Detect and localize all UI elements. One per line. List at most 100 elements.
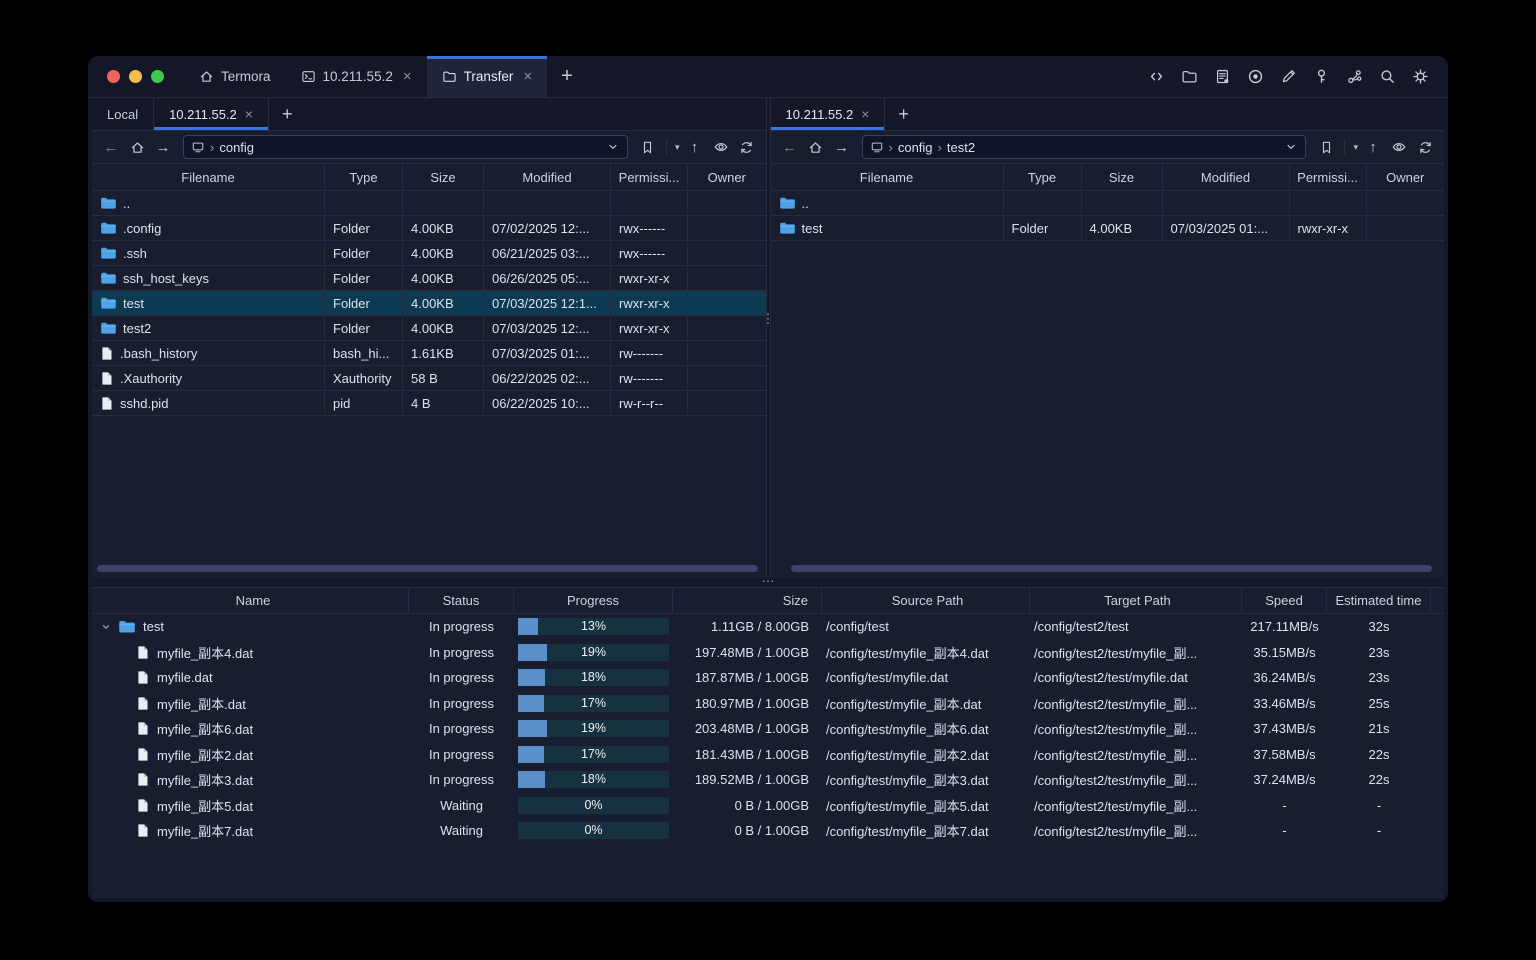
close-icon[interactable]: × bbox=[523, 68, 532, 85]
file-row-parent-dir[interactable]: .. bbox=[770, 191, 1444, 216]
file-row[interactable]: test2 Folder 4.00KB 07/03/2025 12:... rw… bbox=[92, 316, 766, 341]
column-header-speed[interactable]: Speed bbox=[1242, 588, 1327, 613]
column-header-modified[interactable]: Modified bbox=[1163, 164, 1290, 190]
home-icon[interactable] bbox=[805, 136, 827, 158]
transfer-row[interactable]: myfile.dat In progress 18% 187.87MB / 1.… bbox=[92, 665, 1444, 691]
key-icon[interactable] bbox=[1309, 65, 1333, 89]
tab-termora[interactable]: Termora bbox=[184, 56, 286, 97]
file-row[interactable]: sshd.pid pid 4 B 06/22/2025 10:... rw-r-… bbox=[92, 391, 766, 416]
column-header-status[interactable]: Status bbox=[409, 588, 514, 613]
bookmark-dropdown-icon[interactable]: ▾ bbox=[1353, 142, 1358, 153]
log-icon[interactable] bbox=[1210, 65, 1234, 89]
forward-icon[interactable]: → bbox=[831, 136, 853, 158]
edit-icon[interactable] bbox=[1276, 65, 1300, 89]
file-row[interactable]: .config Folder 4.00KB 07/02/2025 12:... … bbox=[92, 216, 766, 241]
back-icon[interactable]: ← bbox=[779, 136, 801, 158]
column-header-permissions[interactable]: Permissi... bbox=[1290, 164, 1367, 190]
record-icon[interactable] bbox=[1243, 65, 1267, 89]
tab-transfer[interactable]: Transfer × bbox=[426, 56, 548, 97]
tab-local[interactable]: Local bbox=[92, 98, 155, 130]
chevron-down-icon[interactable] bbox=[606, 140, 620, 154]
file-row[interactable]: .Xauthority Xauthority 58 B 06/22/2025 0… bbox=[92, 366, 766, 391]
new-pane-tab-button[interactable]: + bbox=[269, 98, 306, 130]
file-row-parent-dir[interactable]: .. bbox=[92, 191, 766, 216]
close-window-button[interactable] bbox=[107, 70, 120, 83]
home-icon[interactable] bbox=[126, 136, 148, 158]
show-hidden-icon[interactable] bbox=[710, 136, 732, 158]
transfer-row[interactable]: myfile_副本.dat In progress 17% 180.97MB /… bbox=[92, 691, 1444, 717]
left-horizontal-scrollbar[interactable] bbox=[97, 565, 758, 572]
column-header-progress[interactable]: Progress bbox=[514, 588, 673, 613]
transfer-row[interactable]: myfile_副本2.dat In progress 17% 181.43MB … bbox=[92, 742, 1444, 768]
minimize-window-button[interactable] bbox=[129, 70, 142, 83]
crumb-separator: › bbox=[937, 139, 942, 155]
path-segment[interactable]: test2 bbox=[947, 140, 975, 155]
new-tab-button[interactable]: + bbox=[547, 56, 587, 97]
transfer-row[interactable]: myfile_副本5.dat Waiting 0% 0 B / 1.00GB /… bbox=[92, 793, 1444, 819]
branch-icon[interactable] bbox=[1342, 65, 1366, 89]
column-header-estimated-time[interactable]: Estimated time bbox=[1327, 588, 1431, 613]
path-bar[interactable]: › config › test2 bbox=[861, 135, 1307, 159]
status-cell: Waiting bbox=[440, 823, 483, 839]
file-row[interactable]: ssh_host_keys Folder 4.00KB 06/26/2025 0… bbox=[92, 266, 766, 291]
file-row[interactable]: test Folder 4.00KB 07/03/2025 01:... rwx… bbox=[770, 216, 1444, 241]
refresh-icon[interactable] bbox=[1414, 136, 1436, 158]
path-segment[interactable]: config bbox=[219, 140, 254, 155]
column-header-size[interactable]: Size bbox=[403, 164, 484, 190]
tab-remote-10-211-55-2[interactable]: 10.211.55.2 × bbox=[770, 98, 886, 130]
column-header-modified[interactable]: Modified bbox=[484, 164, 611, 190]
tab-remote-10-211-55-2[interactable]: 10.211.55.2 × bbox=[154, 98, 269, 130]
chevron-down-icon[interactable] bbox=[1284, 140, 1298, 154]
column-header-filename[interactable]: Filename bbox=[771, 164, 1004, 190]
close-icon[interactable]: × bbox=[403, 68, 412, 85]
column-header-size[interactable]: Size bbox=[673, 588, 822, 613]
transfer-row[interactable]: myfile_副本6.dat In progress 19% 203.48MB … bbox=[92, 716, 1444, 742]
permissions-cell: rw-r--r-- bbox=[611, 391, 688, 415]
eta-cell: 25s bbox=[1368, 695, 1390, 711]
right-horizontal-scrollbar[interactable] bbox=[790, 565, 1432, 572]
column-header-target-path[interactable]: Target Path bbox=[1030, 588, 1242, 613]
transfer-row-folder[interactable]: test In progress 13% 1.11GB / 8.00GB /co… bbox=[92, 614, 1444, 640]
column-header-size[interactable]: Size bbox=[1082, 164, 1163, 190]
forward-icon[interactable]: → bbox=[152, 136, 174, 158]
bookmark-dropdown-icon[interactable]: ▾ bbox=[675, 142, 680, 153]
code-icon[interactable] bbox=[1144, 65, 1168, 89]
path-bar[interactable]: › config bbox=[183, 135, 628, 159]
close-icon[interactable]: × bbox=[861, 106, 869, 122]
filename-cell: ssh_host_keys bbox=[92, 266, 325, 290]
horizontal-splitter[interactable]: ⋯ bbox=[92, 573, 1444, 588]
column-header-type[interactable]: Type bbox=[1004, 164, 1082, 190]
size-cell: 0 B / 1.00GB bbox=[734, 823, 809, 839]
tab-terminal-session[interactable]: 10.211.55.2 × bbox=[286, 56, 427, 97]
bookmark-icon[interactable] bbox=[637, 136, 659, 158]
show-hidden-icon[interactable] bbox=[1388, 136, 1410, 158]
close-icon[interactable]: × bbox=[245, 106, 253, 122]
upload-icon[interactable]: ↑ bbox=[1362, 136, 1384, 158]
column-header-owner[interactable]: Owner bbox=[1367, 164, 1445, 190]
collapse-icon[interactable] bbox=[100, 621, 112, 633]
column-header-type[interactable]: Type bbox=[325, 164, 403, 190]
file-row[interactable]: .ssh Folder 4.00KB 06/21/2025 03:... rwx… bbox=[92, 241, 766, 266]
upload-icon[interactable]: ↑ bbox=[684, 136, 706, 158]
column-header-filename[interactable]: Filename bbox=[92, 164, 325, 190]
back-icon[interactable]: ← bbox=[100, 136, 122, 158]
column-header-permissions[interactable]: Permissi... bbox=[611, 164, 688, 190]
target-path-cell: /config/test2/test/myfile_副... bbox=[1034, 722, 1198, 738]
new-pane-tab-button[interactable]: + bbox=[885, 98, 922, 130]
column-header-source-path[interactable]: Source Path bbox=[822, 588, 1030, 613]
transfer-row[interactable]: myfile_副本7.dat Waiting 0% 0 B / 1.00GB /… bbox=[92, 818, 1444, 844]
folder-icon[interactable] bbox=[1177, 65, 1201, 89]
path-segment[interactable]: config bbox=[898, 140, 933, 155]
settings-icon[interactable] bbox=[1408, 65, 1432, 89]
file-row-selected[interactable]: test Folder 4.00KB 07/03/2025 12:1... rw… bbox=[92, 291, 766, 316]
column-header-name[interactable]: Name bbox=[92, 588, 409, 613]
zoom-window-button[interactable] bbox=[151, 70, 164, 83]
bookmark-icon[interactable] bbox=[1315, 136, 1337, 158]
owner-cell bbox=[688, 291, 766, 315]
search-icon[interactable] bbox=[1375, 65, 1399, 89]
refresh-icon[interactable] bbox=[736, 136, 758, 158]
transfer-row[interactable]: myfile_副本4.dat In progress 19% 197.48MB … bbox=[92, 640, 1444, 666]
column-header-owner[interactable]: Owner bbox=[688, 164, 766, 190]
file-row[interactable]: .bash_history bash_hi... 1.61KB 07/03/20… bbox=[92, 341, 766, 366]
transfer-row[interactable]: myfile_副本3.dat In progress 18% 189.52MB … bbox=[92, 767, 1444, 793]
